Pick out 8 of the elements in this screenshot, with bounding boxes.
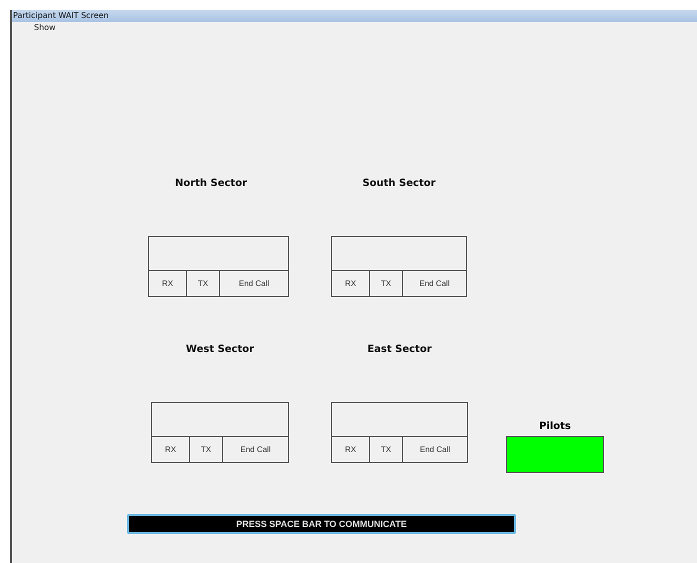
sector-title: West Sector	[184, 343, 256, 357]
window-title: Participant WAIT Screen	[13, 11, 109, 20]
menu-item[interactable]: Show	[34, 23, 56, 32]
communicate-bar: PRESS SPACE BAR TO COMMUNICATE	[127, 514, 516, 534]
sector-title: South Sector	[361, 177, 437, 191]
sector-title: East Sector	[366, 343, 433, 357]
pilots-label: Pilots	[538, 420, 572, 434]
sector-title: North Sector	[174, 177, 248, 191]
